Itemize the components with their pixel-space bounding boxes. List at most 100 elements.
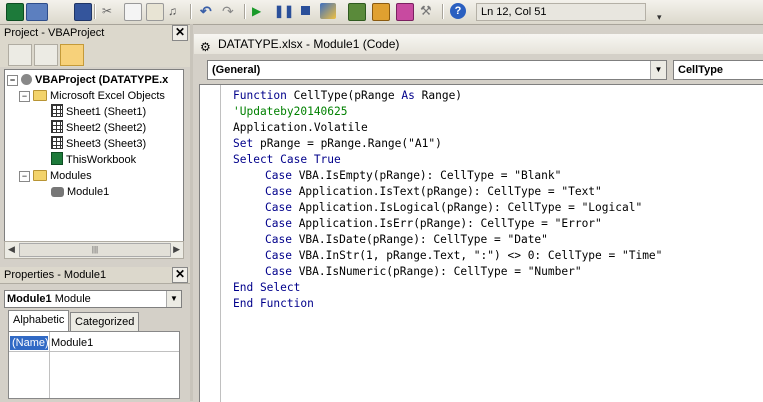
project-explorer-icon[interactable]	[348, 3, 366, 21]
code-keyword: Case	[265, 249, 299, 262]
code-keyword: As	[401, 89, 422, 102]
tab-alphabetic[interactable]: Alphabetic	[8, 310, 70, 332]
properties-pane-close-button[interactable]: ✕	[172, 267, 188, 283]
code-window-title: ⚙ DATATYPE.xlsx - Module1 (Code)	[194, 34, 763, 54]
object-combo-value: (General)	[212, 64, 261, 76]
tree-item-modules[interactable]: − Modules	[19, 168, 92, 184]
project-pane-title: Project - VBAProject ✕	[0, 25, 190, 42]
help-icon[interactable]: ?	[450, 3, 466, 19]
code-editor[interactable]: Function CellType(pRange As Range) 'Updat…	[199, 84, 763, 402]
properties-pane-title: Properties - Module1 ✕	[0, 267, 190, 284]
workbook-icon	[51, 152, 63, 165]
code-window-title-text: DATATYPE.xlsx - Module1 (Code)	[218, 37, 400, 51]
properties-grid: (Name) Module1	[8, 331, 180, 399]
code-line[interactable]: Application.Volatile	[233, 120, 368, 136]
code-line[interactable]: Case VBA.IsDate(pRange): CellType = "Dat…	[265, 232, 548, 248]
object-type: Module	[54, 293, 91, 305]
tree-item-thisworkbook[interactable]: ThisWorkbook	[51, 152, 136, 168]
code-line[interactable]: End Function	[233, 296, 314, 312]
code-line[interactable]: Case Application.IsLogical(pRange): Cell…	[265, 200, 642, 216]
code-keyword: End Function	[233, 297, 314, 310]
pane-splitter[interactable]	[190, 24, 193, 401]
insert-userform-icon[interactable]	[26, 3, 48, 21]
code-line[interactable]: 'Updateby20140625	[233, 104, 348, 120]
code-line[interactable]: Case VBA.IsNumeric(pRange): CellType = "…	[265, 264, 582, 280]
tree-item-vbaproject[interactable]: − VBAProject (DATATYPE.x	[7, 72, 168, 88]
view-object-button[interactable]	[34, 44, 58, 66]
code-line[interactable]: Set pRange = pRange.Range("A1")	[233, 136, 442, 152]
margin-indicator-bar[interactable]	[200, 85, 221, 402]
code-text: Application.Volatile	[233, 121, 368, 134]
project-pane-title-text: Project - VBAProject	[4, 27, 105, 39]
code-line[interactable]: Case Application.IsText(pRange): CellTyp…	[265, 184, 602, 200]
code-keyword: Case	[265, 233, 299, 246]
break-icon[interactable]: ❚❚	[274, 3, 294, 19]
code-line[interactable]: Case VBA.InStr(1, pRange.Text, ":") <> 0…	[265, 248, 662, 264]
tree-item-label: Sheet3 (Sheet3)	[66, 138, 147, 150]
collapse-icon[interactable]: −	[7, 75, 18, 86]
tree-item-label: Sheet2 (Sheet2)	[66, 122, 147, 134]
code-text: VBA.IsEmpty(pRange): CellType = "Blank"	[298, 169, 562, 182]
paste-icon[interactable]	[146, 3, 164, 21]
code-text: CellType(pRange	[293, 89, 402, 102]
code-line[interactable]: Function CellType(pRange As Range)	[233, 88, 462, 104]
properties-object-select[interactable]: Module1 Module ▼	[4, 290, 182, 308]
toggle-folders-button[interactable]	[60, 44, 84, 66]
code-line[interactable]: Case VBA.IsEmpty(pRange): CellType = "Bl…	[265, 168, 561, 184]
object-combo[interactable]: (General) ▼	[207, 60, 667, 80]
tree-item-sheet2[interactable]: Sheet2 (Sheet2)	[51, 120, 146, 136]
tree-item-label: VBAProject (DATATYPE.x	[35, 74, 169, 86]
project-pane-close-button[interactable]: ✕	[172, 25, 188, 41]
code-keyword: End Select	[233, 281, 301, 294]
tree-item-excel-objects[interactable]: − Microsoft Excel Objects	[19, 88, 165, 104]
redo-icon[interactable]: ↷	[222, 3, 238, 19]
code-line[interactable]: Select Case True	[233, 152, 341, 168]
grid-divider	[9, 351, 179, 352]
copy-icon[interactable]	[124, 3, 142, 21]
reset-icon[interactable]	[298, 3, 314, 19]
tree-item-module1[interactable]: Module1	[51, 184, 109, 200]
cut-icon[interactable]: ✂	[102, 3, 118, 19]
find-icon[interactable]: ♫	[168, 3, 184, 19]
toolbar-separator	[94, 4, 95, 19]
properties-icon[interactable]	[372, 3, 390, 21]
project-tree: − VBAProject (DATATYPE.x − Microsoft Excel…	[4, 69, 184, 242]
property-value[interactable]: Module1	[51, 336, 93, 350]
property-name[interactable]: (Name)	[10, 336, 49, 350]
toolbar-separator	[190, 4, 191, 19]
code-keyword: Select Case True	[233, 153, 341, 166]
undo-icon[interactable]: ↶	[200, 3, 216, 19]
code-keyword: Case	[265, 217, 299, 230]
project-tree-horizontal-scrollbar[interactable]: ◀ ||| ▶	[4, 241, 184, 259]
procedure-combo[interactable]: CellType	[673, 60, 763, 80]
excel-icon[interactable]	[6, 3, 24, 21]
chevron-down-icon[interactable]: ▼	[166, 291, 181, 307]
code-comment: 'Updateby20140625	[233, 105, 348, 118]
worksheet-icon	[51, 104, 63, 117]
collapse-icon[interactable]: −	[19, 171, 30, 182]
save-icon[interactable]	[74, 3, 92, 21]
view-code-button[interactable]	[8, 44, 32, 66]
collapse-icon[interactable]: −	[19, 91, 30, 102]
design-mode-icon[interactable]	[320, 3, 336, 19]
tree-item-sheet3[interactable]: Sheet3 (Sheet3)	[51, 136, 146, 152]
code-text: Application.IsText(pRange): CellType = "…	[298, 185, 602, 198]
code-text: Application.IsErr(pRange): CellType = "E…	[298, 217, 602, 230]
object-browser-icon[interactable]	[396, 3, 414, 21]
code-keyword: Case	[265, 201, 299, 214]
chevron-down-icon[interactable]: ▼	[650, 61, 666, 79]
cursor-position-status: Ln 12, Col 51	[476, 3, 646, 21]
code-keyword: Function	[233, 89, 294, 102]
tree-item-sheet1[interactable]: Sheet1 (Sheet1)	[51, 104, 146, 120]
code-line[interactable]: Case Application.IsErr(pRange): CellType…	[265, 216, 602, 232]
tab-categorized[interactable]: Categorized	[70, 312, 140, 331]
run-icon[interactable]: ▶	[252, 3, 268, 19]
toolbar-separator	[244, 4, 245, 19]
scroll-left-icon[interactable]: ◀	[8, 244, 15, 255]
toolbar-options-icon[interactable]: ▾	[657, 12, 664, 22]
scrollbar-thumb[interactable]: |||	[19, 243, 171, 257]
scroll-right-icon[interactable]: ▶	[173, 244, 180, 255]
code-line[interactable]: End Select	[233, 280, 300, 296]
toolbox-icon[interactable]: ⚒	[420, 3, 436, 19]
worksheet-icon	[51, 136, 63, 149]
